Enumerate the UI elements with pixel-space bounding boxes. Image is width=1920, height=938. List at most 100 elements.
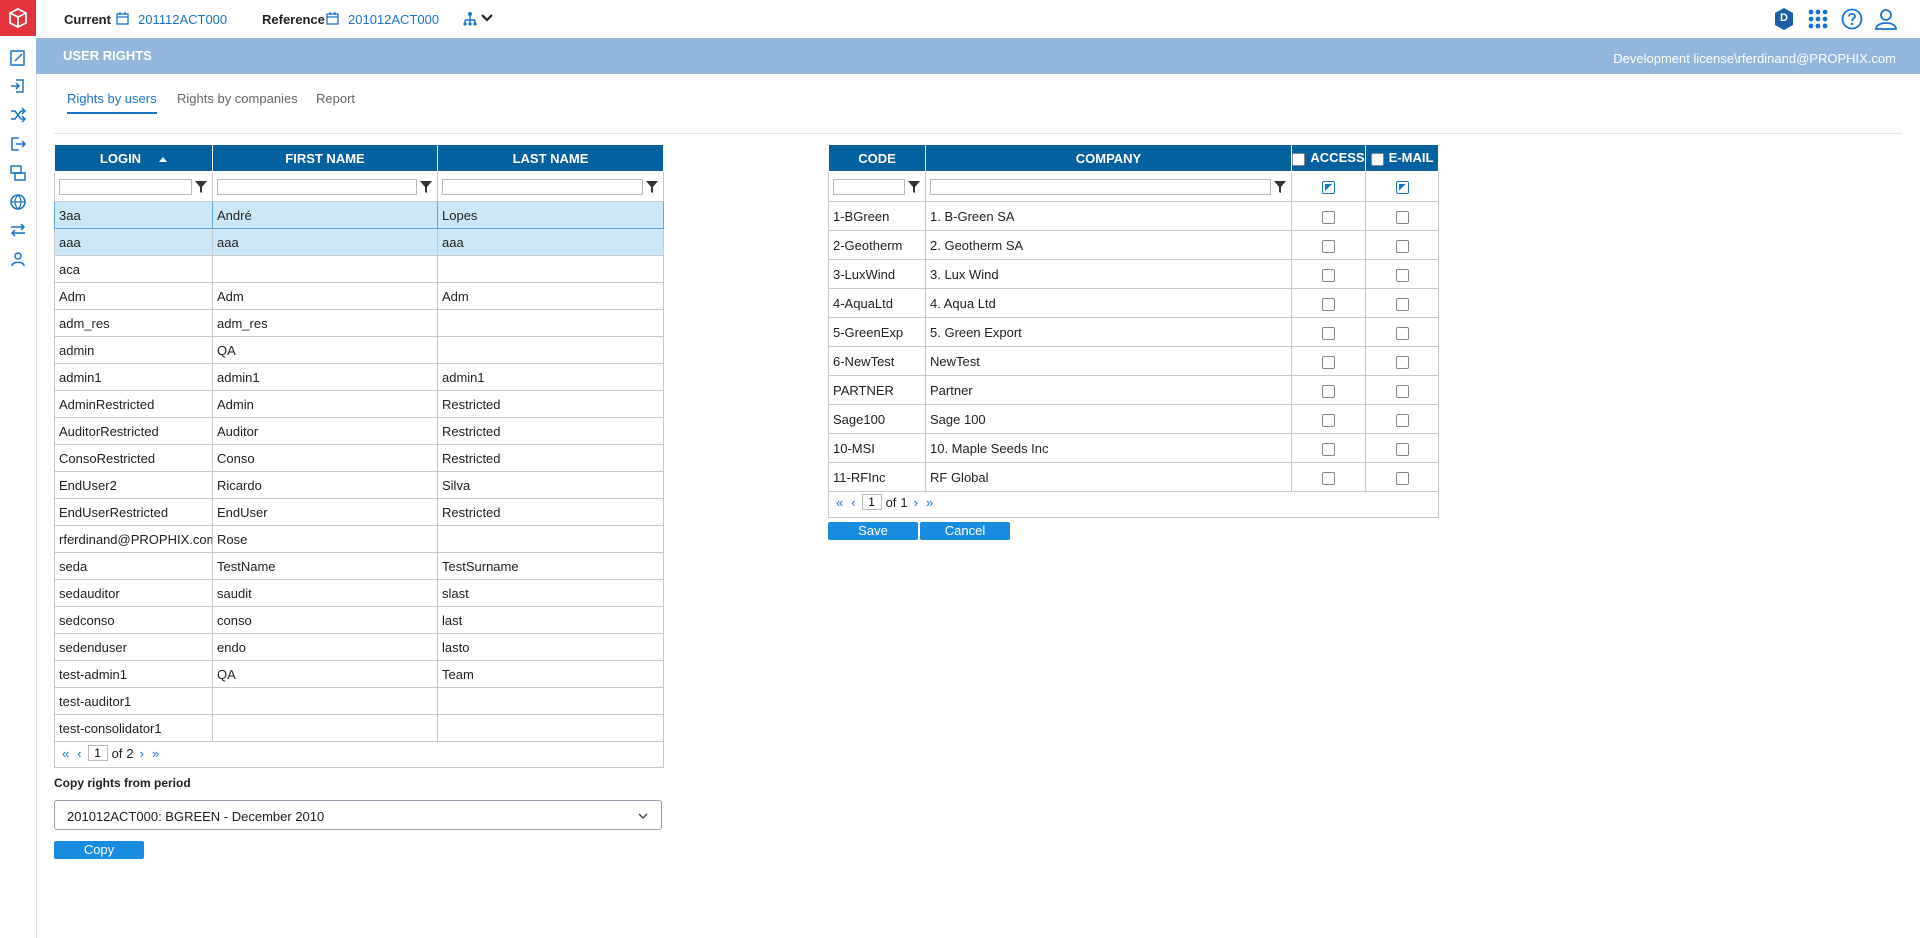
table-row[interactable]: 10-MSI 10. Maple Seeds Inc: [828, 433, 1439, 463]
first-page-icon[interactable]: «: [834, 495, 845, 510]
table-row[interactable]: EndUserRestricted EndUser Restricted: [54, 498, 664, 526]
next-page-icon[interactable]: ›: [912, 495, 920, 510]
transfer-icon[interactable]: [8, 220, 28, 240]
table-row[interactable]: rferdinand@PROPHIX.com Rose: [54, 525, 664, 553]
shuffle-icon[interactable]: [8, 105, 28, 125]
access-checkbox[interactable]: [1322, 384, 1335, 398]
calendar-icon[interactable]: [326, 12, 339, 28]
users-page-input[interactable]: [87, 745, 108, 761]
table-row[interactable]: ConsoRestricted Conso Restricted: [54, 444, 664, 472]
table-row[interactable]: AdminRestricted Admin Restricted: [54, 390, 664, 418]
table-row[interactable]: adm_res adm_res: [54, 309, 664, 337]
table-row[interactable]: 1-BGreen 1. B-Green SA: [828, 201, 1439, 231]
email-select-all-checkbox[interactable]: [1370, 152, 1384, 166]
access-checkbox[interactable]: [1322, 326, 1335, 340]
login-filter-input[interactable]: [59, 178, 192, 195]
access-checkbox[interactable]: [1322, 210, 1335, 224]
column-header-email[interactable]: E-MAIL: [1365, 144, 1439, 172]
table-row[interactable]: 5-GreenExp 5. Green Export: [828, 317, 1439, 347]
email-checkbox[interactable]: [1395, 210, 1409, 224]
current-period-value[interactable]: 201112ACT000: [138, 12, 227, 27]
prev-page-icon[interactable]: ‹: [75, 746, 83, 761]
table-row[interactable]: aaa aaa aaa: [54, 228, 664, 256]
email-checkbox[interactable]: [1395, 326, 1409, 340]
chevron-down-icon[interactable]: [480, 11, 494, 28]
hierarchy-icon[interactable]: [462, 11, 478, 30]
table-row[interactable]: Adm Adm Adm: [54, 282, 664, 310]
table-row[interactable]: EndUser2 Ricardo Silva: [54, 471, 664, 499]
email-checkbox[interactable]: [1395, 355, 1409, 369]
filter-icon[interactable]: [194, 180, 208, 194]
import-icon[interactable]: [8, 76, 28, 96]
tab-report[interactable]: Report: [316, 91, 355, 112]
table-row[interactable]: 4-AquaLtd 4. Aqua Ltd: [828, 288, 1439, 318]
copy-button[interactable]: Copy: [54, 841, 144, 859]
table-row[interactable]: admin QA: [54, 336, 664, 364]
next-page-icon[interactable]: ›: [138, 746, 146, 761]
column-header-login[interactable]: LOGIN: [54, 144, 213, 172]
access-checkbox[interactable]: [1322, 355, 1335, 369]
table-row[interactable]: sedauditor saudit slast: [54, 579, 664, 607]
first-page-icon[interactable]: «: [60, 746, 71, 761]
access-checkbox[interactable]: [1322, 413, 1335, 427]
last-page-icon[interactable]: »: [924, 495, 935, 510]
table-row[interactable]: sedconso conso last: [54, 606, 664, 634]
users-settings-icon[interactable]: [8, 249, 28, 269]
table-row[interactable]: seda TestName TestSurname: [54, 552, 664, 580]
filter-icon[interactable]: [1273, 180, 1287, 194]
tab-rights-by-companies[interactable]: Rights by companies: [177, 91, 298, 112]
company-filter-input[interactable]: [930, 178, 1271, 195]
email-checkbox[interactable]: [1395, 268, 1409, 282]
email-checkbox[interactable]: [1395, 471, 1409, 485]
globe-icon[interactable]: [8, 192, 28, 212]
column-header-code[interactable]: CODE: [828, 144, 926, 172]
last-name-filter-input[interactable]: [442, 178, 643, 195]
access-checkbox[interactable]: [1322, 471, 1335, 485]
table-row[interactable]: AuditorRestricted Auditor Restricted: [54, 417, 664, 445]
table-row[interactable]: Sage100 Sage 100: [828, 404, 1439, 434]
table-row[interactable]: 6-NewTest NewTest: [828, 346, 1439, 376]
user-profile-icon[interactable]: [1874, 7, 1898, 34]
email-checkbox[interactable]: [1395, 239, 1409, 253]
table-row[interactable]: sedenduser endo lasto: [54, 633, 664, 661]
filter-icon[interactable]: [419, 180, 433, 194]
access-checkbox[interactable]: [1322, 442, 1335, 456]
copy-period-select[interactable]: 201012ACT000: BGREEN - December 2010: [54, 800, 662, 830]
help-icon[interactable]: [1841, 8, 1863, 33]
layers-icon[interactable]: [8, 163, 28, 183]
table-row[interactable]: 3aa André Lopes: [54, 201, 664, 229]
companies-page-input[interactable]: [861, 494, 882, 510]
user-avatar-badge[interactable]: D: [1773, 7, 1795, 34]
code-filter-input[interactable]: [833, 178, 905, 195]
export-icon[interactable]: [8, 134, 28, 154]
table-row[interactable]: test-auditor1: [54, 687, 664, 715]
access-checkbox[interactable]: [1322, 239, 1335, 253]
access-checkbox[interactable]: [1322, 268, 1335, 282]
access-checkbox[interactable]: [1322, 297, 1335, 311]
email-checkbox[interactable]: [1395, 413, 1409, 427]
save-button[interactable]: Save: [828, 522, 918, 540]
table-row[interactable]: test-admin1 QA Team: [54, 660, 664, 688]
prev-page-icon[interactable]: ‹: [849, 495, 857, 510]
table-row[interactable]: 3-LuxWind 3. Lux Wind: [828, 259, 1439, 289]
filter-icon[interactable]: [907, 180, 921, 194]
reference-period-value[interactable]: 201012ACT000: [348, 12, 439, 27]
access-filter-checkbox[interactable]: [1322, 181, 1335, 195]
first-name-filter-input[interactable]: [217, 178, 417, 195]
email-filter-checkbox[interactable]: [1395, 181, 1409, 195]
table-row[interactable]: 2-Geotherm 2. Geotherm SA: [828, 230, 1439, 260]
filter-icon[interactable]: [645, 180, 659, 194]
table-row[interactable]: admin1 admin1 admin1: [54, 363, 664, 391]
email-checkbox[interactable]: [1395, 442, 1409, 456]
table-row[interactable]: test-consolidator1: [54, 714, 664, 742]
app-logo[interactable]: [0, 0, 36, 36]
email-checkbox[interactable]: [1395, 297, 1409, 311]
table-row[interactable]: aca: [54, 255, 664, 283]
column-header-access[interactable]: ACCESS: [1291, 144, 1366, 172]
edit-sheet-icon[interactable]: [8, 48, 28, 68]
column-header-company[interactable]: COMPANY: [925, 144, 1292, 172]
apps-grid-icon[interactable]: [1807, 8, 1829, 33]
access-select-all-checkbox[interactable]: [1292, 152, 1306, 166]
cancel-button[interactable]: Cancel: [920, 522, 1010, 540]
last-page-icon[interactable]: »: [150, 746, 161, 761]
